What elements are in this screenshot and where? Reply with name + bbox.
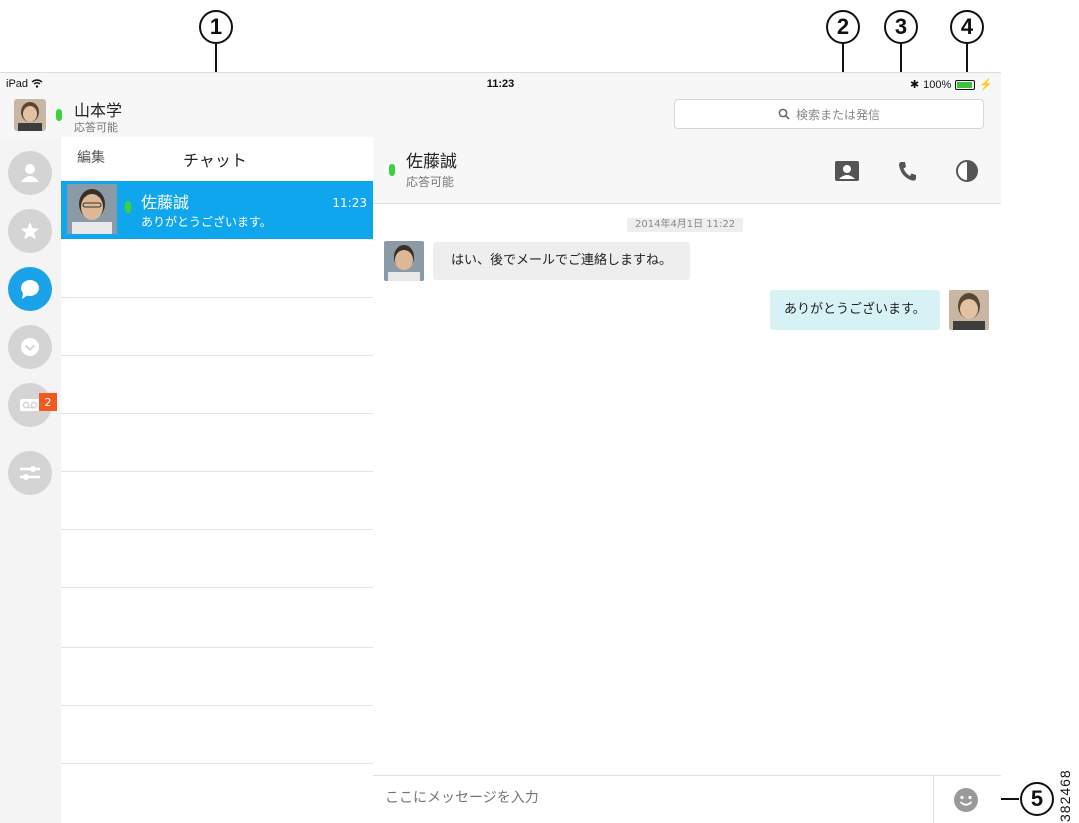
recents-clock-icon bbox=[21, 338, 39, 356]
conversation-panel: 佐藤誠 応答可能 2014年4月1日 11:22 はい、後でメールでご連絡します… bbox=[373, 137, 1001, 823]
list-divider bbox=[61, 355, 373, 356]
outgoing-message: ありがとうございます。 bbox=[770, 290, 940, 330]
status-bar: iPad 11:23 ✱ 100% ⚡ bbox=[0, 73, 1001, 95]
search-field[interactable]: 検索または発信 bbox=[674, 99, 984, 129]
contact-card-button[interactable] bbox=[833, 157, 861, 185]
call-button[interactable] bbox=[893, 157, 921, 185]
list-divider bbox=[61, 587, 373, 588]
my-message-avatar bbox=[949, 290, 989, 330]
status-right: ✱ 100% ⚡ bbox=[909, 78, 993, 92]
conversation-header: 佐藤誠 応答可能 bbox=[373, 137, 1001, 204]
list-divider bbox=[61, 705, 373, 706]
contact-card-icon bbox=[835, 161, 859, 181]
ipad-screen: iPad 11:23 ✱ 100% ⚡ 山本学 応答可能 検索または発信 2 編… bbox=[0, 72, 1001, 823]
search-icon bbox=[778, 108, 790, 120]
phone-icon bbox=[899, 162, 916, 181]
my-status[interactable]: 応答可能 bbox=[74, 119, 118, 135]
list-divider bbox=[61, 529, 373, 530]
battery-icon bbox=[955, 79, 976, 90]
chat-list-panel: 編集 チャット 佐藤誠 ありがとうございます。 11:23 bbox=[61, 137, 374, 823]
nav-rail: 2 bbox=[0, 137, 62, 823]
callout-5: 5 bbox=[1020, 782, 1054, 816]
contact-message-avatar bbox=[384, 241, 424, 281]
message-input[interactable] bbox=[385, 790, 925, 806]
list-divider bbox=[61, 763, 373, 764]
chat-time: 11:23 bbox=[332, 196, 367, 210]
nav-recents-button[interactable] bbox=[8, 325, 52, 369]
callout-2: 2 bbox=[826, 10, 860, 44]
list-divider bbox=[61, 413, 373, 414]
edit-button[interactable]: 編集 bbox=[77, 147, 105, 167]
charging-icon: ⚡ bbox=[979, 79, 993, 91]
callout-3: 3 bbox=[884, 10, 918, 44]
nav-favorites-button[interactable] bbox=[8, 209, 52, 253]
figure-id: 382468 bbox=[1057, 769, 1073, 822]
conversation-presence-indicator bbox=[389, 164, 395, 176]
nav-chat-button[interactable] bbox=[8, 267, 52, 311]
status-time: 11:23 bbox=[486, 78, 515, 90]
nav-settings-button[interactable] bbox=[8, 451, 52, 495]
chat-bubble-icon bbox=[21, 280, 39, 299]
nav-contacts-button[interactable] bbox=[8, 151, 52, 195]
chat-list-item[interactable]: 佐藤誠 ありがとうございます。 11:23 bbox=[61, 181, 373, 239]
contact-presence-indicator bbox=[125, 201, 131, 213]
message-composer bbox=[373, 775, 1001, 823]
favorites-star-icon bbox=[20, 222, 40, 240]
message-timestamp: 2014年4月1日 11:22 bbox=[627, 218, 744, 232]
composer-divider bbox=[933, 776, 934, 823]
emoticon-icon[interactable] bbox=[953, 787, 979, 813]
chat-last-message: ありがとうございます。 bbox=[141, 215, 272, 229]
list-divider bbox=[61, 471, 373, 472]
callout-4: 4 bbox=[950, 10, 984, 44]
incoming-message: はい、後でメールでご連絡しますね。 bbox=[433, 242, 691, 280]
list-divider bbox=[61, 647, 373, 648]
list-divider bbox=[61, 297, 373, 298]
settings-sliders-icon bbox=[20, 466, 40, 480]
battery-percent: 100% bbox=[923, 78, 952, 91]
chat-list-header: 編集 チャット bbox=[61, 137, 373, 181]
search-placeholder: 検索または発信 bbox=[795, 107, 880, 122]
my-name: 山本学 bbox=[74, 101, 123, 120]
chat-contact-name: 佐藤誠 bbox=[141, 193, 190, 212]
callout-1: 1 bbox=[199, 10, 233, 44]
voicemail-badge: 2 bbox=[39, 393, 57, 411]
contact-avatar bbox=[67, 184, 117, 234]
conversation-contact-name: 佐藤誠 bbox=[406, 152, 457, 172]
bluetooth-icon: ✱ bbox=[909, 79, 920, 91]
contrast-icon bbox=[956, 160, 978, 182]
conversation-contact-status: 応答可能 bbox=[406, 175, 455, 189]
my-presence-indicator bbox=[56, 109, 62, 121]
my-avatar[interactable] bbox=[14, 99, 46, 131]
top-bar: 山本学 応答可能 検索または発信 bbox=[0, 95, 1001, 138]
contrast-button[interactable] bbox=[953, 157, 981, 185]
contacts-icon bbox=[21, 164, 39, 182]
chat-list-title: チャット bbox=[183, 151, 247, 170]
